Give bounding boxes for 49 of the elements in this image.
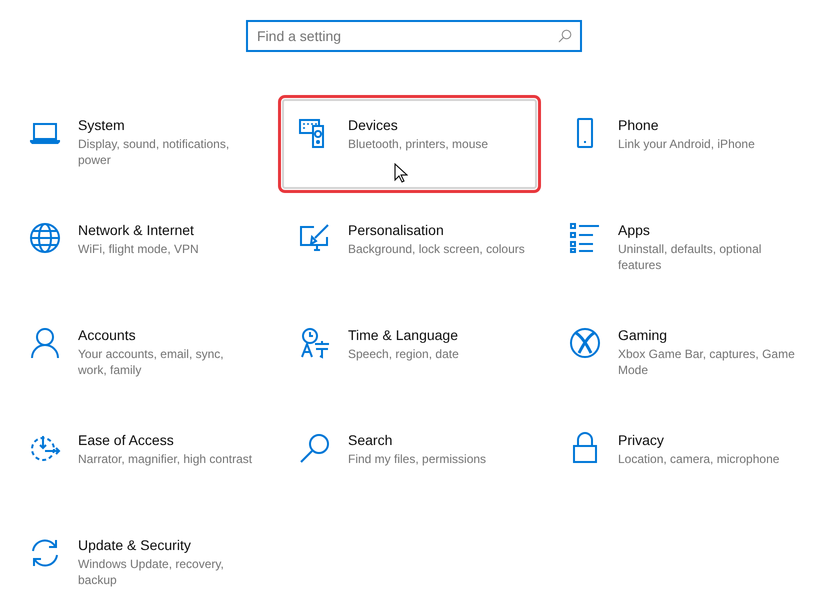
pointer-cursor-icon xyxy=(394,163,408,183)
tile-description: Speech, region, date xyxy=(348,346,459,362)
tile-description: Narrator, magnifier, high contrast xyxy=(78,451,252,467)
search-field[interactable]: Find a setting xyxy=(246,20,582,52)
tile-description: Find my files, permissions xyxy=(348,451,486,467)
settings-tile[interactable]: Accounts Your accounts, email, sync, work, family xyxy=(12,309,267,399)
tile-title: Gaming xyxy=(618,326,668,345)
search-icon xyxy=(299,432,331,464)
tile-description: Background, lock screen, colours xyxy=(348,241,525,257)
search-icon xyxy=(558,29,572,43)
tile-description: WiFi, flight mode, VPN xyxy=(78,241,199,257)
settings-tile[interactable]: Privacy Location, camera, microphone xyxy=(552,414,807,504)
clock-letters-icon xyxy=(299,327,331,359)
tile-description: Bluetooth, printers, mouse xyxy=(348,136,488,152)
person-icon xyxy=(29,327,61,359)
tile-title: Accounts xyxy=(78,326,136,345)
settings-tile[interactable]: Update & Security Windows Update, recovery, backup xyxy=(12,519,267,609)
tile-title: Network & Internet xyxy=(78,221,194,240)
settings-tile[interactable]: Search Find my files, permissions xyxy=(282,414,537,504)
settings-tile[interactable]: Gaming Xbox Game Bar, captures, Game Mode xyxy=(552,309,807,399)
tile-title: Apps xyxy=(618,221,650,240)
tile-description: Link your Android, iPhone xyxy=(618,136,755,152)
settings-tile[interactable]: Personalisation Background, lock screen, colours xyxy=(282,204,537,294)
settings-tile[interactable]: Ease of Access Narrator, magnifier, high contrast xyxy=(12,414,267,504)
tile-description: Your accounts, email, sync, work, family xyxy=(78,346,225,378)
settings-tile[interactable]: Network & Internet WiFi, flight mode, VPN xyxy=(12,204,267,294)
tile-description: Uninstall, defaults, optional features xyxy=(618,241,762,273)
tile-description: Windows Update, recovery, backup xyxy=(78,556,225,588)
tile-title: Privacy xyxy=(618,431,664,450)
tile-title: Phone xyxy=(618,116,658,135)
tile-title: Ease of Access xyxy=(78,431,174,450)
tile-description: Xbox Game Bar, captures, Game Mode xyxy=(618,346,795,378)
x-circle-icon xyxy=(569,327,601,359)
monitor-brush-icon xyxy=(299,222,331,254)
tile-title: Update & Security xyxy=(78,536,191,555)
tile-title: Devices xyxy=(348,116,398,135)
settings-tile[interactable]: Apps Uninstall, defaults, optional features xyxy=(552,204,807,294)
settings-tile[interactable]: Phone Link your Android, iPhone xyxy=(552,99,807,189)
tile-title: Personalisation xyxy=(348,221,444,240)
tile-description: Display, sound, notifications, power xyxy=(78,136,230,168)
globe-icon xyxy=(29,222,61,254)
settings-tile[interactable]: System Display, sound, notifications, power xyxy=(12,99,267,189)
list-icon xyxy=(569,222,601,254)
tile-title: System xyxy=(78,116,125,135)
settings-tile[interactable]: Time & Language Speech, region, date xyxy=(282,309,537,399)
tile-description: Location, camera, microphone xyxy=(618,451,780,467)
tile-title: Time & Language xyxy=(348,326,458,345)
refresh-icon xyxy=(29,537,61,569)
tile-title: Search xyxy=(348,431,392,450)
